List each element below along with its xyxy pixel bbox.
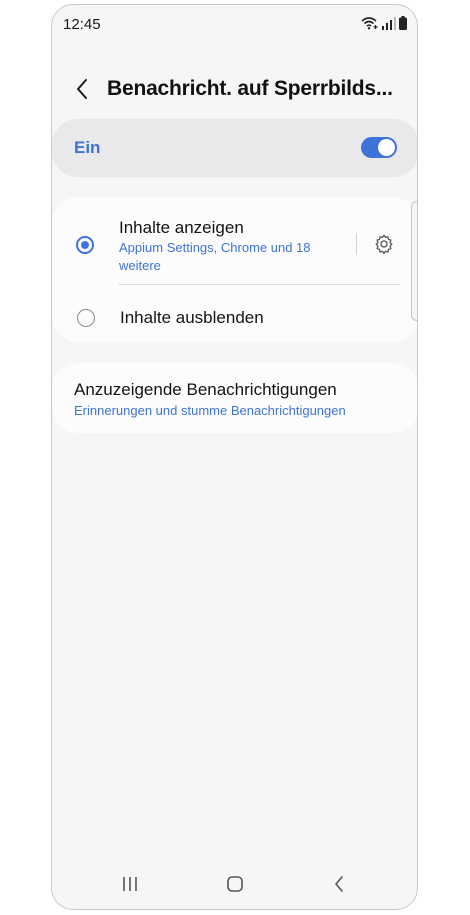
horizontal-divider — [118, 284, 401, 285]
app-header: Benachricht. auf Sperrbilds... — [52, 65, 417, 115]
notifications-to-show-subtitle: Erinnerungen und stumme Benachrichtigung… — [74, 403, 346, 418]
recents-icon — [123, 877, 137, 891]
home-icon — [227, 876, 243, 892]
back-icon — [335, 876, 343, 892]
vertical-divider — [356, 233, 357, 255]
show-content-settings-button[interactable] — [373, 233, 395, 255]
option-show-content-title: Inhalte anzeigen — [119, 218, 244, 237]
phone-screen: 12:45 Benachricht. auf Sperrbilds... Ein… — [51, 4, 418, 910]
signal-icon — [382, 17, 396, 30]
notifications-to-show-row[interactable]: Anzuzeigende Benachrichtigungen Erinneru… — [52, 363, 417, 433]
navigation-bar — [52, 859, 417, 909]
status-icons — [361, 16, 407, 30]
radio-hide-content[interactable] — [77, 309, 95, 327]
notifications-to-show-title: Anzuzeigende Benachrichtigungen — [74, 380, 337, 399]
scroll-handle[interactable] — [411, 201, 417, 321]
status-bar: 12:45 — [52, 5, 417, 43]
option-hide-content-title: Inhalte ausblenden — [120, 308, 264, 327]
gear-icon — [375, 234, 393, 255]
option-show-content-subtitle: Appium Settings, Chrome und 18 weitere — [119, 240, 311, 273]
radio-show-content[interactable] — [76, 236, 94, 254]
home-button[interactable] — [220, 869, 250, 899]
status-time: 12:45 — [63, 16, 101, 33]
content-options-card: Inhalte anzeigen Appium Settings, Chrome… — [52, 197, 417, 342]
master-switch-row[interactable]: Ein — [52, 119, 417, 177]
master-toggle-switch[interactable] — [361, 137, 397, 158]
battery-icon — [399, 16, 407, 30]
master-switch-label: Ein — [74, 138, 101, 157]
recents-button[interactable] — [115, 869, 145, 899]
chevron-left-icon — [77, 79, 87, 99]
toggle-knob — [378, 139, 395, 156]
back-button[interactable] — [68, 75, 96, 103]
page-title: Benachricht. auf Sperrbilds... — [107, 77, 393, 100]
wifi-icon — [361, 17, 378, 30]
nav-back-button[interactable] — [324, 869, 354, 899]
